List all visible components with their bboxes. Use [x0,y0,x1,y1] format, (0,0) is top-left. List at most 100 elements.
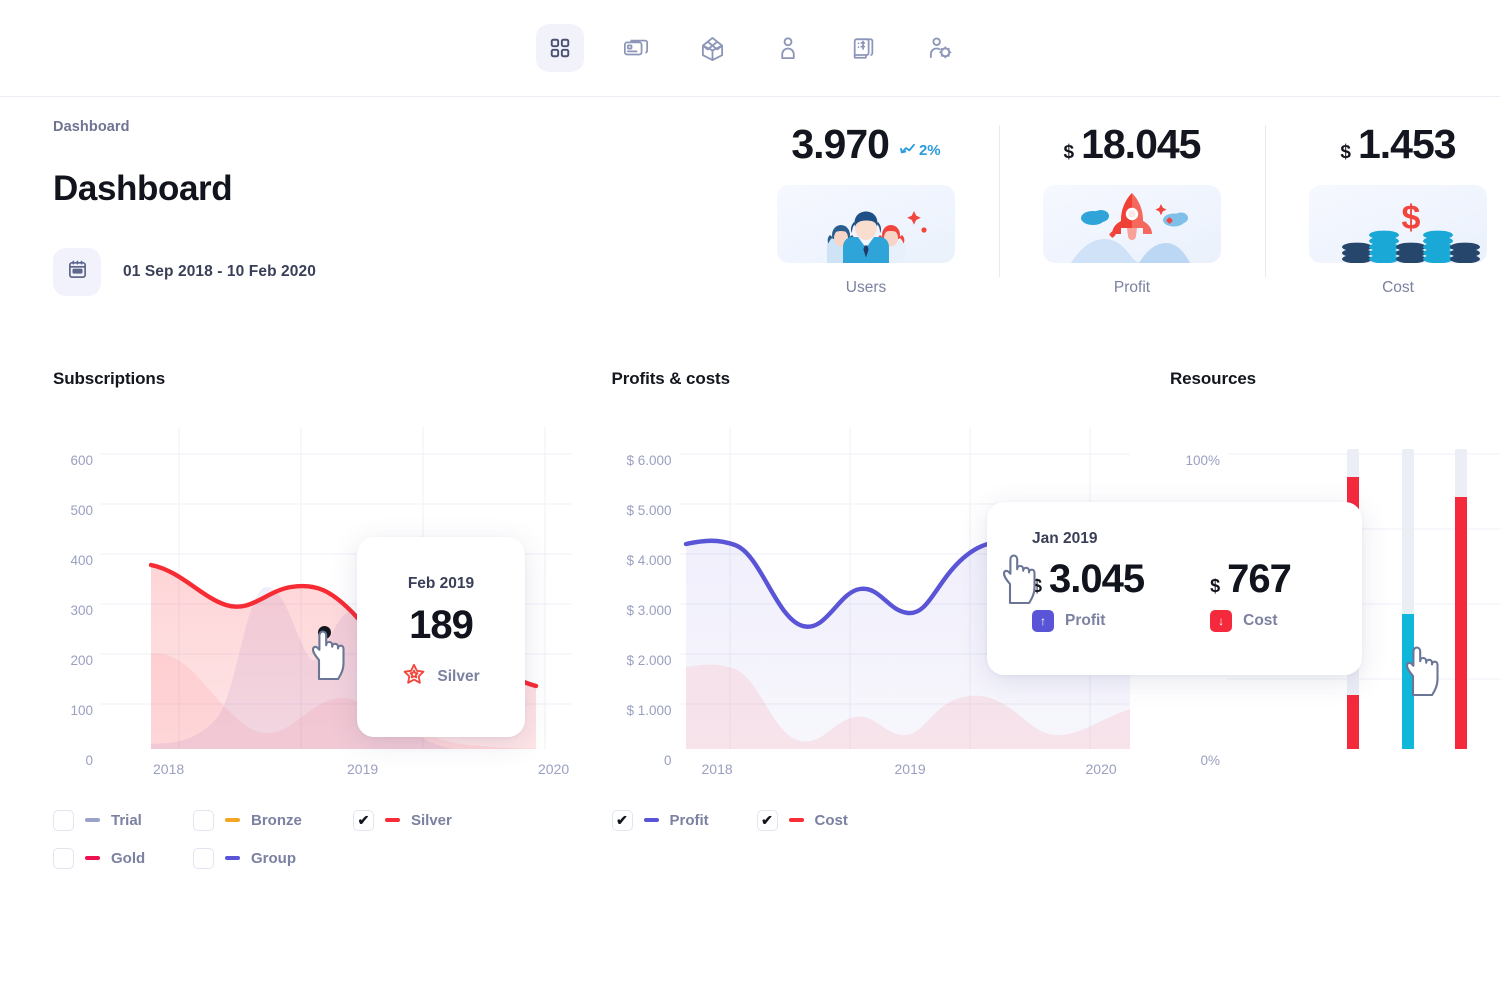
arrow-up-icon: ↑ [1032,610,1054,632]
legend-label-gold: Gold [111,850,145,867]
kpi-label-cost: Cost [1382,279,1414,297]
y-tick: 400 [70,553,93,568]
legend-checkbox-cost[interactable]: ✔ [757,810,778,831]
y-tick: 300 [70,603,93,618]
users-illustration [777,185,955,263]
legend-checkbox-trial[interactable] [53,810,74,831]
kpi-value-cost: 1.453 [1358,121,1456,168]
legend-item-cost[interactable]: ✔ Cost [757,801,902,839]
subscriptions-tooltip: Feb 2019 189 Silver [357,537,525,737]
y-tick: 0% [1200,753,1220,768]
x-tick: 2020 [1086,761,1117,777]
legend-checkbox-profit[interactable]: ✔ [612,810,633,831]
tooltip-plan-label: Silver [437,668,479,686]
legend-checkbox-group[interactable] [193,848,214,869]
y-tick: 600 [70,453,93,468]
nav-cards[interactable] [612,24,660,72]
profits-y-axis: $ 6.000 $ 5.000 $ 4.000 $ 3.000 $ 2.000 … [602,419,672,719]
tooltip-cost-block: $ 767 ↓ Cost [1210,557,1291,632]
nav-invoices[interactable] [840,24,888,72]
resource-bar-3 [1455,497,1467,749]
legend-swatch-silver [385,818,400,822]
profits-tooltip: Jan 2019 $ 3.045 ↑ Profit $ 767 [987,502,1362,675]
page-title: Dashboard [53,169,733,209]
cards-icon [623,36,649,60]
kpi-value-profit: 18.045 [1081,121,1200,168]
x-tick: 2018 [153,761,184,777]
nav-products[interactable] [688,24,736,72]
x-tick: 2020 [538,761,569,777]
kpi-currency-cost: $ [1340,142,1351,164]
legend-swatch-profit [644,818,659,822]
grid-icon [549,37,571,59]
tooltip-profit-block: $ 3.045 ↑ Profit [1032,557,1144,632]
legend-swatch-group [225,856,240,860]
y-tick: 0 [664,753,672,768]
legend-checkbox-silver[interactable]: ✔ [353,810,374,831]
tooltip-cost-currency: $ [1210,576,1220,597]
calendar-button[interactable] [53,248,101,296]
legend-checkbox-gold[interactable] [53,848,74,869]
date-range-row: 01 Sep 2018 - 10 Feb 2020 [53,248,733,296]
kpi-value-row: $ 1.453 [1340,121,1455,173]
legend-item-gold[interactable]: Gold [53,839,193,877]
tooltip-cost-label: Cost [1243,612,1277,630]
kpi-value-row: 3.970 2% [791,121,940,173]
nav-account-settings[interactable] [916,24,964,72]
nav-dashboard[interactable] [536,24,584,72]
legend-item-bronze[interactable]: Bronze [193,801,353,839]
legend-item-group[interactable]: Group [193,839,353,877]
top-navigation [0,0,1500,97]
legend-item-trial[interactable]: Trial [53,801,193,839]
y-tick: 0 [85,753,93,768]
y-tick: $ 5.000 [626,503,671,518]
trend-down-icon [900,142,915,159]
profits-title: Profits & costs [612,369,1171,389]
date-range-text: 01 Sep 2018 - 10 Feb 2020 [123,263,316,281]
y-tick: $ 3.000 [626,603,671,618]
profits-legend: ✔ Profit ✔ Cost [612,801,1012,839]
tooltip-plan-row: Silver [357,662,525,691]
y-tick: 500 [70,503,93,518]
kpi-value-row: $ 18.045 [1064,121,1201,173]
charts-row: Subscriptions 600 500 400 300 200 100 0 [0,369,1500,877]
tooltip-cost-value: 767 [1227,557,1291,602]
y-tick: 200 [70,653,93,668]
x-tick: 2019 [895,761,926,777]
box-icon [699,36,726,61]
legend-label-silver: Silver [411,812,452,829]
subscriptions-legend: Trial Bronze ✔ Silver Gold Group [53,801,533,877]
legend-checkbox-bronze[interactable] [193,810,214,831]
legend-item-profit[interactable]: ✔ Profit [612,801,757,839]
kpi-trend-value: 2% [919,142,941,159]
kpi-card-profit[interactable]: $ 18.045 [999,121,1265,297]
calendar-icon [67,259,88,285]
legend-label-bronze: Bronze [251,812,302,829]
rocket-illustration [1043,185,1221,263]
kpi-trend-users: 2% [900,142,941,159]
header-left: Dashboard Dashboard 01 Sep 2018 - 10 Feb… [53,119,733,296]
subscriptions-cursor-pointer [305,629,347,686]
y-tick: $ 4.000 [626,553,671,568]
tooltip-profit-label: Profit [1065,612,1105,630]
y-tick: $ 1.000 [626,703,671,718]
legend-label-group: Group [251,850,296,867]
nav-users[interactable] [764,24,812,72]
legend-swatch-bronze [225,818,240,822]
arrow-down-icon: ↓ [1210,610,1232,632]
subscriptions-chart-card: Subscriptions 600 500 400 300 200 100 0 [53,369,612,877]
page-header: Dashboard Dashboard 01 Sep 2018 - 10 Feb… [0,97,1500,297]
resource-bar-1-bottom [1347,695,1359,749]
tooltip-profit-value: 3.045 [1049,557,1144,602]
kpi-card-cost[interactable]: $ 1.453 [1265,121,1500,297]
legend-item-silver[interactable]: ✔ Silver [353,801,513,839]
tooltip-value: 189 [357,603,525,648]
legend-label-trial: Trial [111,812,142,829]
receipt-icon [851,36,877,61]
legend-swatch-gold [85,856,100,860]
breadcrumb: Dashboard [53,119,733,135]
y-tick: $ 6.000 [626,453,671,468]
kpi-card-users[interactable]: 3.970 2% [733,121,999,297]
kpi-currency-profit: $ [1064,142,1075,164]
person-icon [778,36,798,61]
